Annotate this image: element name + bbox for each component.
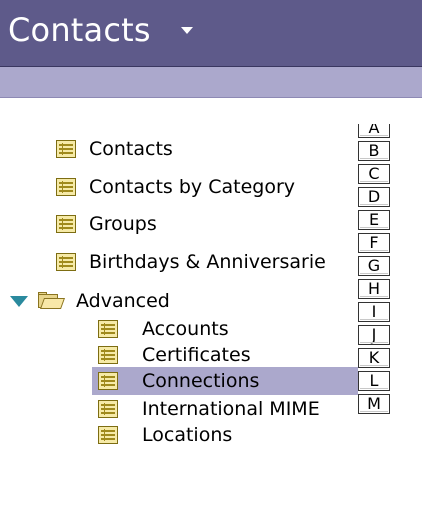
tree-item-certificates[interactable]: Certificates [92, 341, 358, 369]
list-icon [56, 140, 76, 158]
alpha-key-d[interactable]: D [358, 187, 390, 207]
tree-item-label: International MIME [142, 398, 320, 420]
list-icon [56, 215, 76, 233]
tree-item-contacts-by-category[interactable]: Contacts by Category [56, 173, 356, 201]
tree-item-locations[interactable]: Locations [92, 421, 358, 449]
tree-item-accounts[interactable]: Accounts [92, 315, 358, 343]
view-dropdown-caret-icon[interactable] [181, 27, 193, 34]
list-icon [98, 400, 118, 418]
action-bar [0, 67, 422, 98]
alpha-key-l[interactable]: L [358, 371, 390, 391]
alpha-key-j[interactable]: J [358, 325, 390, 345]
tree-item-label: Contacts [89, 138, 173, 160]
tree-item-label: Accounts [142, 318, 229, 340]
tree-item-label: Groups [89, 213, 157, 235]
list-icon [98, 372, 118, 390]
tree-item-contacts[interactable]: Contacts [56, 135, 356, 163]
alpha-key-e[interactable]: E [358, 210, 390, 230]
list-icon [56, 253, 76, 271]
alphabet-index: ABCDEFGHIJKLM [358, 124, 390, 518]
alpha-key-c[interactable]: C [358, 164, 390, 184]
tree-item-international-mime[interactable]: International MIME [92, 395, 358, 423]
alpha-key-f[interactable]: F [358, 233, 390, 253]
alpha-key-a[interactable]: A [358, 124, 390, 138]
expand-triangle-icon[interactable] [10, 295, 28, 307]
app-header: Contacts [0, 0, 422, 67]
tree-item-connections[interactable]: Connections [92, 367, 358, 395]
alpha-key-m[interactable]: M [358, 394, 390, 414]
tree-item-label: Locations [142, 424, 233, 446]
folder-open-icon [38, 292, 66, 310]
view-tree: Contacts Contacts by Category Groups Bir… [0, 98, 358, 518]
tree-item-label: Birthdays & Anniversarie [89, 251, 326, 273]
tree-item-groups[interactable]: Groups [56, 210, 356, 238]
alpha-key-b[interactable]: B [358, 141, 390, 161]
tree-item-label: Contacts by Category [89, 176, 295, 198]
list-icon [98, 320, 118, 338]
tree-item-birthdays[interactable]: Birthdays & Anniversarie [56, 248, 358, 276]
tree-item-label: Connections [142, 370, 260, 392]
list-icon [98, 346, 118, 364]
list-icon [98, 426, 118, 444]
alpha-key-h[interactable]: H [358, 279, 390, 299]
view-title[interactable]: Contacts [8, 10, 151, 50]
tree-item-label: Advanced [76, 290, 170, 312]
alpha-key-k[interactable]: K [358, 348, 390, 368]
alpha-key-g[interactable]: G [358, 256, 390, 276]
tree-item-advanced[interactable]: Advanced [10, 287, 350, 315]
tree-item-label: Certificates [142, 344, 251, 366]
alpha-key-i[interactable]: I [358, 302, 390, 322]
list-icon [56, 178, 76, 196]
